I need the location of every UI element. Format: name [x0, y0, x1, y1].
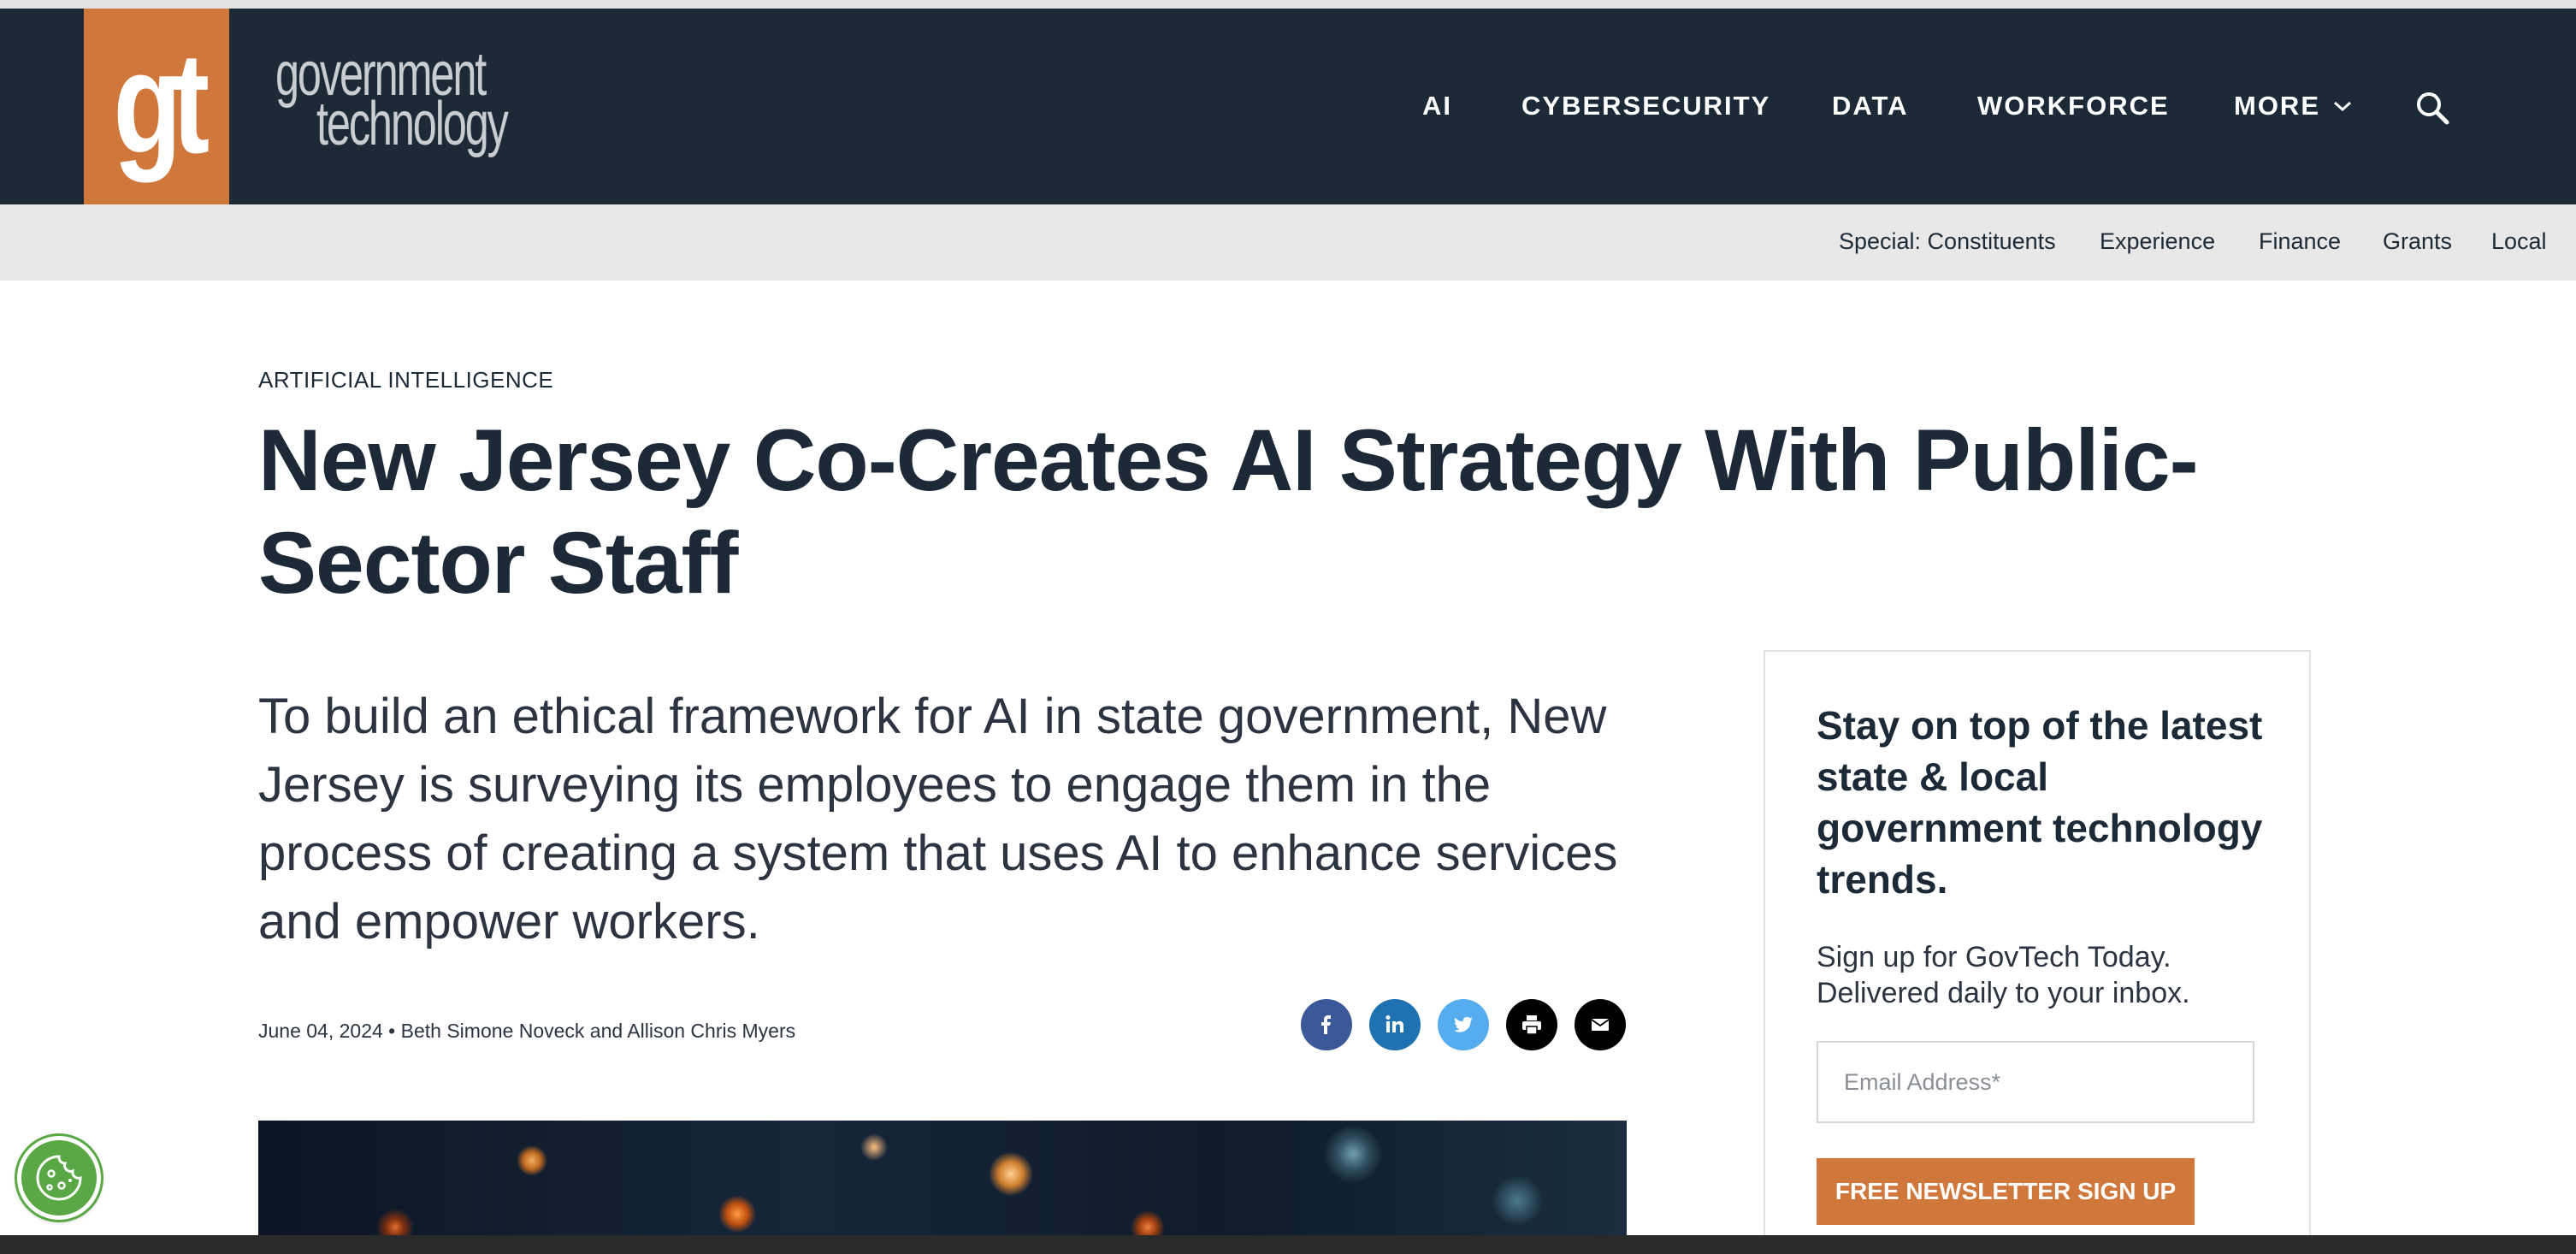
logo-mark: gt [113, 21, 210, 183]
nav-more-label: MORE [2234, 91, 2320, 121]
newsletter-signup-button[interactable]: FREE NEWSLETTER SIGN UP [1817, 1158, 2195, 1225]
cookie-settings-button[interactable] [17, 1136, 101, 1220]
search-button[interactable] [2414, 89, 2451, 127]
nav-item-cybersecurity[interactable]: CYBERSECURITY [1521, 91, 1770, 121]
chevron-down-icon [2334, 101, 2351, 112]
article-category[interactable]: ARTIFICIAL INTELLIGENCE [258, 367, 553, 393]
nav-item-more[interactable]: MORE [2234, 91, 2353, 121]
site-header: gt government technology AI CYBERSECURIT… [0, 9, 2576, 204]
newsletter-title: Stay on top of the latest state & local … [1817, 703, 2263, 902]
search-icon [2417, 92, 2449, 125]
article-byline: June 04, 2024 • Beth Simone Noveck and A… [258, 1020, 796, 1042]
gt-logo[interactable]: gt [84, 9, 229, 204]
email-icon [1591, 1019, 1610, 1031]
linkedin-icon [1385, 1015, 1403, 1032]
print-icon [1522, 1015, 1541, 1035]
print-button[interactable] [1506, 999, 1557, 1050]
share-linkedin-button[interactable] [1369, 999, 1421, 1050]
site-wordmark[interactable]: government technology [275, 44, 549, 158]
taskbar-strip [0, 1235, 2576, 1254]
share-email-button[interactable] [1575, 999, 1626, 1050]
newsletter-signup-box: Stay on top of the latest state & local … [1764, 650, 2311, 1254]
subnav-item-local[interactable]: Local [2491, 228, 2547, 255]
subnav-item-finance[interactable]: Finance [2259, 228, 2341, 255]
subnav-item-special-constituents[interactable]: Special: Constituents [1839, 228, 2056, 255]
share-facebook-button[interactable] [1301, 999, 1352, 1050]
article-summary: To build an ethical framework for AI in … [258, 689, 1618, 949]
subnav-item-experience[interactable]: Experience [2100, 228, 2215, 255]
wordmark-line-2: technology [316, 90, 509, 158]
browser-top-strip [0, 0, 2576, 9]
secondary-nav: Special: Constituents Experience Finance… [0, 204, 2576, 281]
nav-item-ai[interactable]: AI [1422, 91, 1452, 121]
nav-item-data[interactable]: DATA [1832, 91, 1909, 121]
article-hero-image [258, 1121, 1627, 1254]
twitter-icon [1454, 1016, 1473, 1032]
nav-item-workforce[interactable]: WORKFORCE [1977, 91, 2170, 121]
facebook-icon [1321, 1015, 1331, 1034]
newsletter-description: Sign up for GovTech Today. Delivered dai… [1817, 941, 2190, 1009]
share-twitter-button[interactable] [1438, 999, 1489, 1050]
cookie-icon [36, 1155, 82, 1201]
subnav-item-grants[interactable]: Grants [2383, 228, 2452, 255]
article-headline: New Jersey Co-Creates AI Strategy With P… [258, 411, 2199, 612]
newsletter-email-input[interactable] [1817, 1041, 2254, 1123]
